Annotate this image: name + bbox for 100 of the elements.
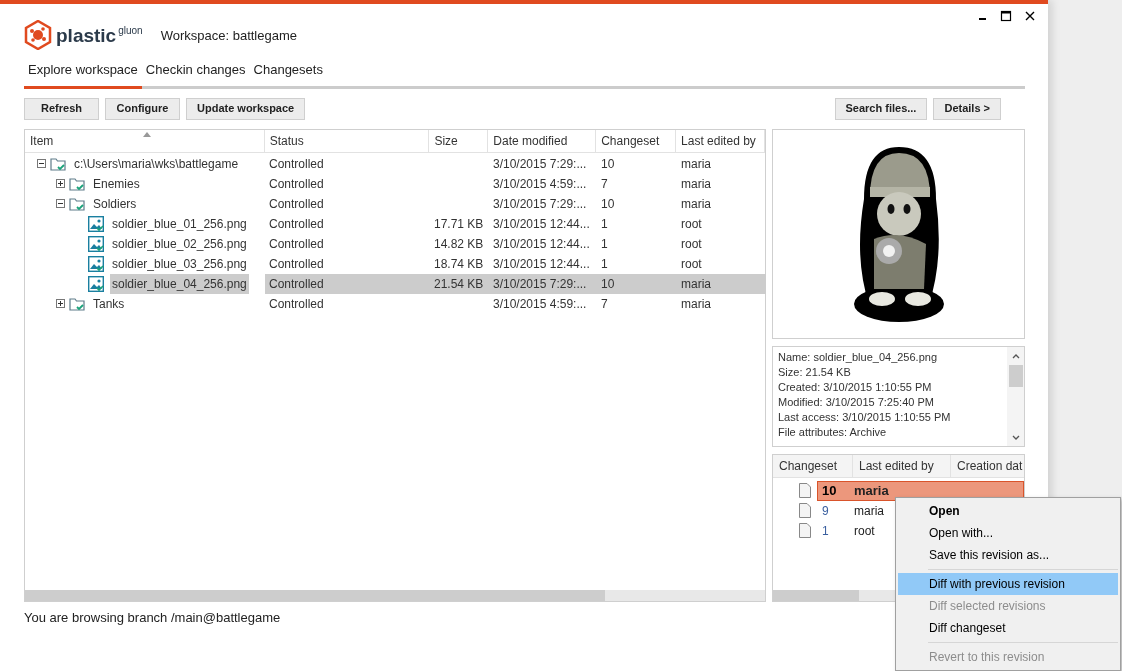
- table-cell: Controlled: [269, 216, 324, 231]
- scrollbar-thumb[interactable]: [773, 589, 859, 601]
- table-cell: 10: [601, 196, 615, 211]
- menu-item[interactable]: Diff with previous revision: [898, 573, 1118, 595]
- menu-item[interactable]: Save this revision as...: [898, 544, 1118, 566]
- logo-icon: [24, 20, 52, 50]
- tree-item-name[interactable]: c:\Users\maria\wks\battlegame: [72, 153, 241, 174]
- info-line: Size: 21.54 KB: [778, 364, 852, 380]
- folder-icon: [69, 176, 85, 191]
- table-cell: maria: [681, 296, 711, 311]
- info-line: File attributes: Archive: [778, 424, 888, 440]
- table-cell: 1: [601, 256, 608, 271]
- revision-row[interactable]: 10 maria: [817, 480, 1024, 501]
- tree-item-name[interactable]: soldier_blue_04_256.png: [110, 273, 249, 294]
- sort-arrow-icon: [143, 131, 151, 137]
- folder-icon: [50, 156, 66, 171]
- tree-item-name[interactable]: Enemies: [91, 173, 142, 194]
- table-cell: 3/10/2015 7:29:...: [493, 156, 587, 171]
- document-icon: [799, 523, 811, 538]
- info-line: Last access: 3/10/2015 1:10:55 PM: [778, 409, 952, 425]
- table-cell: 1: [601, 236, 608, 251]
- menu-item[interactable]: Open: [898, 500, 1118, 522]
- table-cell: maria: [681, 276, 711, 291]
- table-cell: 18.74 KB: [434, 256, 484, 271]
- vertical-scrollbar[interactable]: [1007, 346, 1024, 446]
- column-header[interactable]: Changeset: [596, 129, 677, 152]
- image-file-icon: [88, 255, 104, 272]
- folder-icon: [69, 196, 85, 211]
- table-cell: Controlled: [269, 256, 324, 271]
- table-cell: 3/10/2015 12:44...: [493, 236, 590, 251]
- toolbar-button[interactable]: Search files...: [834, 97, 928, 120]
- table-cell: 7: [601, 176, 608, 191]
- expand-icon[interactable]: [56, 179, 65, 188]
- menu-item[interactable]: Open with...: [898, 522, 1118, 544]
- toolbar-button[interactable]: Refresh: [24, 97, 99, 120]
- table-cell: 7: [601, 296, 608, 311]
- table-cell: 21.54 KB: [434, 276, 484, 291]
- toolbar-button[interactable]: Details >: [933, 97, 1001, 120]
- table-cell: 10: [601, 276, 615, 291]
- table-cell: maria: [681, 156, 711, 171]
- table-cell: 14.82 KB: [434, 236, 484, 251]
- info-line: Name: soldier_blue_04_256.png: [778, 349, 938, 365]
- column-header[interactable]: Last edited by: [676, 129, 765, 152]
- table-cell: Controlled: [269, 176, 324, 191]
- image-file-icon: [88, 215, 104, 232]
- tree-item-name[interactable]: Soldiers: [91, 193, 139, 214]
- close-icon[interactable]: [1024, 10, 1036, 22]
- table-cell: Controlled: [269, 156, 324, 171]
- column-header[interactable]: Last edited by: [853, 454, 951, 477]
- info-line: Created: 3/10/2015 1:10:55 PM: [778, 379, 933, 395]
- table-cell: maria: [681, 176, 711, 191]
- table-cell: 3/10/2015 7:29:...: [493, 196, 587, 211]
- tab[interactable]: Explore workspace: [24, 60, 142, 89]
- info-line: Modified: 3/10/2015 7:25:40 PM: [778, 394, 935, 410]
- logo-text: plastic: [56, 25, 117, 45]
- workspace-title: Workspace: battlegame: [160, 27, 297, 46]
- table-cell: root: [681, 216, 702, 231]
- tree-item-name[interactable]: soldier_blue_02_256.png: [110, 233, 249, 254]
- collapse-icon[interactable]: [37, 159, 46, 168]
- table-cell: Controlled: [269, 276, 324, 291]
- tree-item-name[interactable]: soldier_blue_01_256.png: [110, 213, 249, 234]
- image-file-icon: [88, 235, 104, 252]
- maximize-icon[interactable]: [1000, 10, 1012, 22]
- table-cell: 3/10/2015 7:29:...: [493, 276, 587, 291]
- column-header[interactable]: Item: [25, 129, 265, 152]
- table-cell: Controlled: [269, 196, 324, 211]
- table-cell: 3/10/2015 4:59:...: [493, 296, 587, 311]
- table-cell: Controlled: [269, 296, 324, 311]
- table-cell: 3/10/2015 12:44...: [493, 216, 590, 231]
- toolbar-button[interactable]: Update workspace: [186, 97, 306, 120]
- column-header[interactable]: Changeset: [773, 454, 853, 477]
- table-cell: Controlled: [269, 236, 324, 251]
- tab[interactable]: Checkin changes: [141, 60, 250, 89]
- table-cell: 1: [601, 216, 608, 231]
- image-file-icon: [88, 275, 104, 292]
- column-header[interactable]: Status: [264, 129, 430, 152]
- tab[interactable]: Changesets: [249, 60, 327, 89]
- table-cell: 3/10/2015 4:59:...: [493, 176, 587, 191]
- document-icon: [799, 483, 811, 498]
- status-text: You are browsing branch /main@battlegame: [24, 609, 281, 625]
- table-cell: 3/10/2015 12:44...: [493, 256, 590, 271]
- column-header[interactable]: Creation dat: [951, 454, 1024, 477]
- table-cell: root: [681, 236, 702, 251]
- scrollbar-thumb[interactable]: [25, 589, 605, 601]
- logo-suffix: gluon: [118, 25, 143, 36]
- table-cell: 10: [601, 156, 615, 171]
- horizontal-scrollbar[interactable]: [25, 589, 765, 601]
- tree-item-name[interactable]: soldier_blue_03_256.png: [110, 253, 249, 274]
- table-cell: 17.71 KB: [434, 216, 484, 231]
- collapse-icon[interactable]: [56, 199, 65, 208]
- table-cell: maria: [681, 196, 711, 211]
- scrollbar-thumb[interactable]: [1008, 364, 1023, 387]
- tree-item-name[interactable]: Tanks: [91, 293, 127, 314]
- column-header[interactable]: Size: [429, 129, 489, 152]
- menu-item[interactable]: Diff changeset: [898, 617, 1118, 639]
- expand-icon[interactable]: [56, 299, 65, 308]
- column-header[interactable]: Date modified: [488, 129, 597, 152]
- toolbar-button[interactable]: Configure: [105, 97, 180, 120]
- folder-icon: [69, 296, 85, 311]
- document-icon: [799, 503, 811, 518]
